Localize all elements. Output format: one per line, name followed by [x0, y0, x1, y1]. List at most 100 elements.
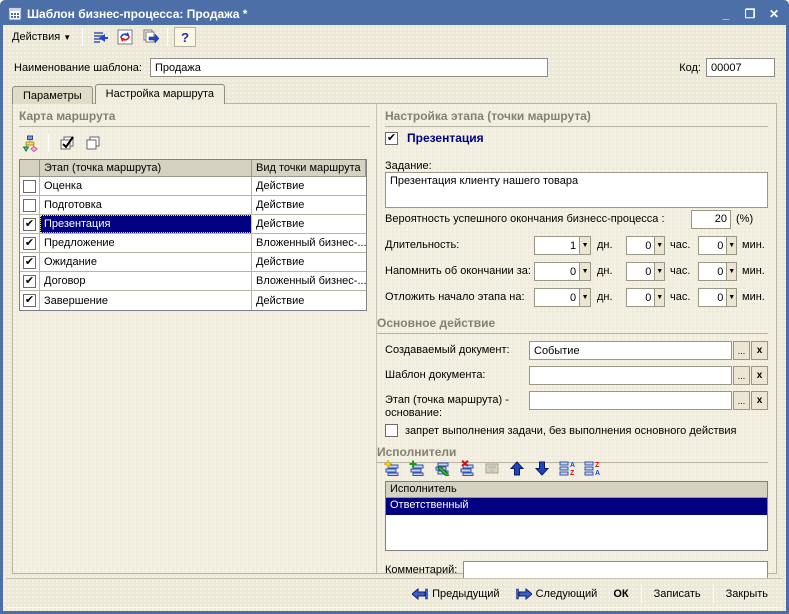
table-row[interactable]: Презентация Действие	[20, 215, 366, 234]
header-type-column[interactable]: Вид точки маршрута	[252, 160, 366, 176]
days-unit-label: дн.	[597, 291, 613, 303]
row-checkbox[interactable]	[23, 180, 36, 193]
tab-parameters[interactable]: Параметры	[12, 86, 93, 104]
header-stage-column[interactable]: Этап (точка маршрута)	[40, 160, 252, 176]
stage-cell[interactable]: Завершение	[40, 291, 252, 310]
type-cell[interactable]: Действие	[252, 253, 366, 271]
app-window: Шаблон бизнес-процесса: Продажа * _ ❒ ✕ …	[0, 0, 789, 614]
stage-cell[interactable]: Оценка	[40, 177, 252, 195]
duration-hours-input[interactable]	[626, 236, 654, 255]
type-cell[interactable]: Вложенный бизнес-...	[252, 272, 366, 290]
type-cell[interactable]: Действие	[252, 291, 366, 310]
title-bar: Шаблон бизнес-процесса: Продажа * _ ❒ ✕	[3, 3, 786, 25]
go-to-icon	[142, 29, 159, 45]
ellipsis-button[interactable]: ...	[733, 341, 750, 360]
duration-days-input[interactable]	[534, 236, 579, 255]
document-template-input[interactable]	[529, 366, 732, 385]
remind-days-input[interactable]	[534, 262, 579, 281]
actions-menu-button[interactable]: Действия ▼	[7, 28, 76, 46]
forbid-task-checkbox[interactable]	[385, 424, 398, 437]
stage-cell[interactable]: Предложение	[40, 234, 252, 252]
table-row[interactable]: Договор Вложенный бизнес-...	[20, 272, 366, 291]
executor-row[interactable]: Ответственный	[386, 498, 767, 515]
close-button[interactable]: ✕	[767, 7, 781, 21]
sort-az-button[interactable]: AZ	[556, 458, 578, 478]
minimize-button[interactable]: _	[719, 7, 733, 21]
maximize-button[interactable]: ❒	[743, 7, 757, 21]
remind-minutes-input[interactable]	[698, 262, 726, 281]
table-row[interactable]: Оценка Действие	[20, 177, 366, 196]
copy-row-button[interactable]	[406, 458, 428, 478]
clear-field-button[interactable]: x	[751, 366, 768, 385]
stage-cell[interactable]: Презентация	[40, 215, 252, 233]
row-checkbox[interactable]	[23, 294, 36, 307]
move-down-button[interactable]	[531, 458, 553, 478]
clear-field-button[interactable]: x	[751, 391, 768, 410]
stage-cell[interactable]: Договор	[40, 272, 252, 290]
comment-input[interactable]	[463, 561, 768, 579]
row-checkbox[interactable]	[23, 275, 36, 288]
ellipsis-button[interactable]: ...	[733, 391, 750, 410]
dropdown-button[interactable]: ▼	[579, 262, 591, 281]
dropdown-button[interactable]: ▼	[726, 236, 737, 255]
ellipsis-button[interactable]: ...	[733, 366, 750, 385]
reread-button[interactable]	[89, 27, 111, 47]
reload-button[interactable]	[114, 27, 136, 47]
base-stage-input[interactable]	[529, 391, 732, 410]
type-cell[interactable]: Вложенный бизнес-...	[252, 234, 366, 252]
remind-hours-input[interactable]	[626, 262, 654, 281]
dropdown-button[interactable]: ▼	[579, 236, 591, 255]
probability-input[interactable]	[691, 210, 731, 229]
help-icon: ?	[181, 30, 189, 45]
row-checkbox[interactable]	[23, 256, 36, 269]
add-row-button[interactable]	[381, 458, 403, 478]
type-cell[interactable]: Действие	[252, 215, 366, 233]
tab-route-settings[interactable]: Настройка маршрута	[95, 84, 225, 104]
toolbar-separator	[48, 134, 49, 152]
ok-button[interactable]: ОК	[606, 584, 635, 604]
dropdown-button[interactable]: ▼	[654, 236, 665, 255]
code-input[interactable]	[706, 58, 775, 77]
finish-edit-button[interactable]: OK	[481, 458, 503, 478]
next-button[interactable]: Следующий	[509, 584, 605, 604]
type-cell[interactable]: Действие	[252, 196, 366, 214]
executors-header[interactable]: Исполнитель	[386, 482, 767, 498]
table-row[interactable]: Подготовка Действие	[20, 196, 366, 215]
close-window-button[interactable]: Закрыть	[719, 584, 775, 604]
table-row[interactable]: Предложение Вложенный бизнес-...	[20, 234, 366, 253]
set-checkboxes-button[interactable]	[56, 133, 78, 153]
clear-field-button[interactable]: x	[751, 341, 768, 360]
dropdown-button[interactable]: ▼	[579, 288, 591, 307]
table-row[interactable]: Ожидание Действие	[20, 253, 366, 272]
row-checkbox[interactable]	[23, 237, 36, 250]
sort-za-button[interactable]: ZA	[581, 458, 603, 478]
route-map-button[interactable]	[19, 133, 41, 153]
toolbar-separator	[167, 28, 168, 46]
table-row[interactable]: Завершение Действие	[20, 291, 366, 310]
created-document-input[interactable]	[529, 341, 732, 360]
dropdown-button[interactable]: ▼	[726, 288, 737, 307]
postpone-days-input[interactable]	[534, 288, 579, 307]
stage-cell[interactable]: Ожидание	[40, 253, 252, 271]
stage-enabled-checkbox[interactable]	[385, 132, 398, 145]
clear-checkboxes-button[interactable]	[82, 133, 104, 153]
stage-cell[interactable]: Подготовка	[40, 196, 252, 214]
postpone-minutes-input[interactable]	[698, 288, 726, 307]
dropdown-button[interactable]: ▼	[726, 262, 737, 281]
type-cell[interactable]: Действие	[252, 177, 366, 195]
postpone-hours-input[interactable]	[626, 288, 654, 307]
task-textarea[interactable]: Презентация клиенту нашего товара	[385, 172, 768, 208]
move-up-button[interactable]	[506, 458, 528, 478]
template-name-input[interactable]	[150, 58, 548, 77]
save-button[interactable]: Записать	[647, 584, 708, 604]
help-button[interactable]: ?	[174, 27, 196, 47]
go-to-button[interactable]	[139, 27, 161, 47]
edit-row-button[interactable]	[431, 458, 453, 478]
dropdown-button[interactable]: ▼	[654, 288, 665, 307]
delete-row-button[interactable]	[456, 458, 478, 478]
row-checkbox[interactable]	[23, 218, 36, 231]
row-checkbox[interactable]	[23, 199, 36, 212]
duration-minutes-input[interactable]	[698, 236, 726, 255]
dropdown-button[interactable]: ▼	[654, 262, 665, 281]
previous-button[interactable]: Предыдущий	[405, 584, 506, 604]
